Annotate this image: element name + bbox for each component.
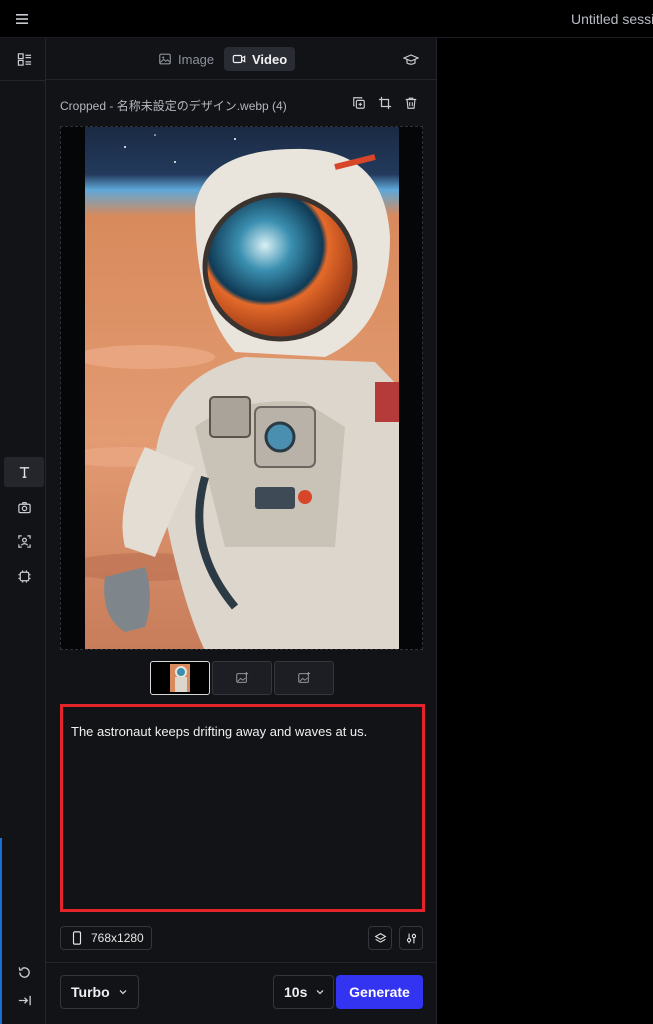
layout-list-icon	[17, 52, 31, 66]
text-icon	[19, 466, 29, 478]
chevron-down-icon	[119, 990, 127, 995]
chevron-down-icon	[316, 990, 324, 995]
crop-icon[interactable]	[378, 96, 392, 110]
thumbnail-start-frame[interactable]	[150, 661, 210, 695]
thumbnail-add-frame-3[interactable]	[274, 661, 334, 695]
duration-label: 10s	[284, 984, 308, 1000]
mode-switcher: Image Video	[46, 38, 437, 80]
prompt-text[interactable]: The astronaut keeps drifting away and wa…	[71, 724, 367, 739]
face-scan-icon	[17, 534, 31, 548]
tab-image-label: Image	[178, 51, 215, 67]
camera-icon	[17, 501, 31, 513]
image-icon	[159, 53, 171, 65]
astronaut-thumbnail	[170, 664, 190, 692]
layers-button[interactable]	[368, 926, 392, 950]
add-image-icon	[298, 671, 311, 683]
adjustments-button[interactable]	[399, 926, 423, 950]
rail-divider	[0, 80, 46, 81]
tab-video[interactable]: Video	[224, 47, 296, 71]
sliders-icon	[406, 933, 416, 943]
duration-dropdown[interactable]: 10s	[273, 975, 335, 1009]
duplicate-icon[interactable]	[352, 96, 366, 110]
model-label: Turbo	[71, 984, 110, 1000]
model-dropdown[interactable]: Turbo	[60, 975, 139, 1009]
trash-icon[interactable]	[404, 96, 418, 110]
source-file-title: Cropped - 名称未設定のデザイン.webp (4)	[60, 99, 287, 113]
undo-icon	[18, 966, 30, 978]
prompt-input[interactable]: The astronaut keeps drifting away and wa…	[60, 704, 425, 912]
tab-video-label: Video	[252, 51, 288, 67]
active-edge-indicator	[0, 838, 2, 1024]
top-bar: Untitled session	[0, 0, 653, 38]
rail-undo-button[interactable]	[4, 957, 44, 987]
layers-icon	[374, 932, 386, 943]
frame-thumbnails	[150, 661, 334, 695]
resolution-label: 768x1280	[91, 931, 144, 945]
frame-icon	[17, 569, 31, 583]
video-camera-icon	[232, 54, 246, 64]
phone-portrait-icon	[72, 931, 82, 945]
session-title[interactable]: Untitled session	[571, 11, 653, 27]
add-image-icon	[236, 671, 249, 683]
file-toolbar	[352, 96, 418, 110]
left-tool-rail	[0, 38, 46, 1024]
astronaut-illustration	[85, 127, 399, 649]
graduation-cap-icon[interactable]	[403, 52, 419, 68]
image-preview[interactable]	[60, 126, 423, 650]
thumbnail-add-frame-2[interactable]	[212, 661, 272, 695]
rail-frame-button[interactable]	[4, 561, 44, 591]
generate-button[interactable]: Generate	[336, 975, 423, 1009]
resolution-selector[interactable]: 768x1280	[60, 926, 152, 950]
collapse-icon	[18, 995, 31, 1005]
layout-list-button[interactable]	[4, 44, 44, 74]
video-editor-panel: Image Video Cropped - 名称未設定のデザイン.webp (4…	[46, 38, 437, 1024]
rail-face-scan-button[interactable]	[4, 526, 44, 556]
tab-image[interactable]: Image	[150, 47, 222, 71]
rail-collapse-button[interactable]	[4, 985, 44, 1015]
rail-text-button[interactable]	[4, 457, 44, 487]
footer-divider	[46, 962, 437, 963]
hamburger-menu-icon[interactable]	[14, 11, 30, 27]
rail-camera-button[interactable]	[4, 492, 44, 522]
